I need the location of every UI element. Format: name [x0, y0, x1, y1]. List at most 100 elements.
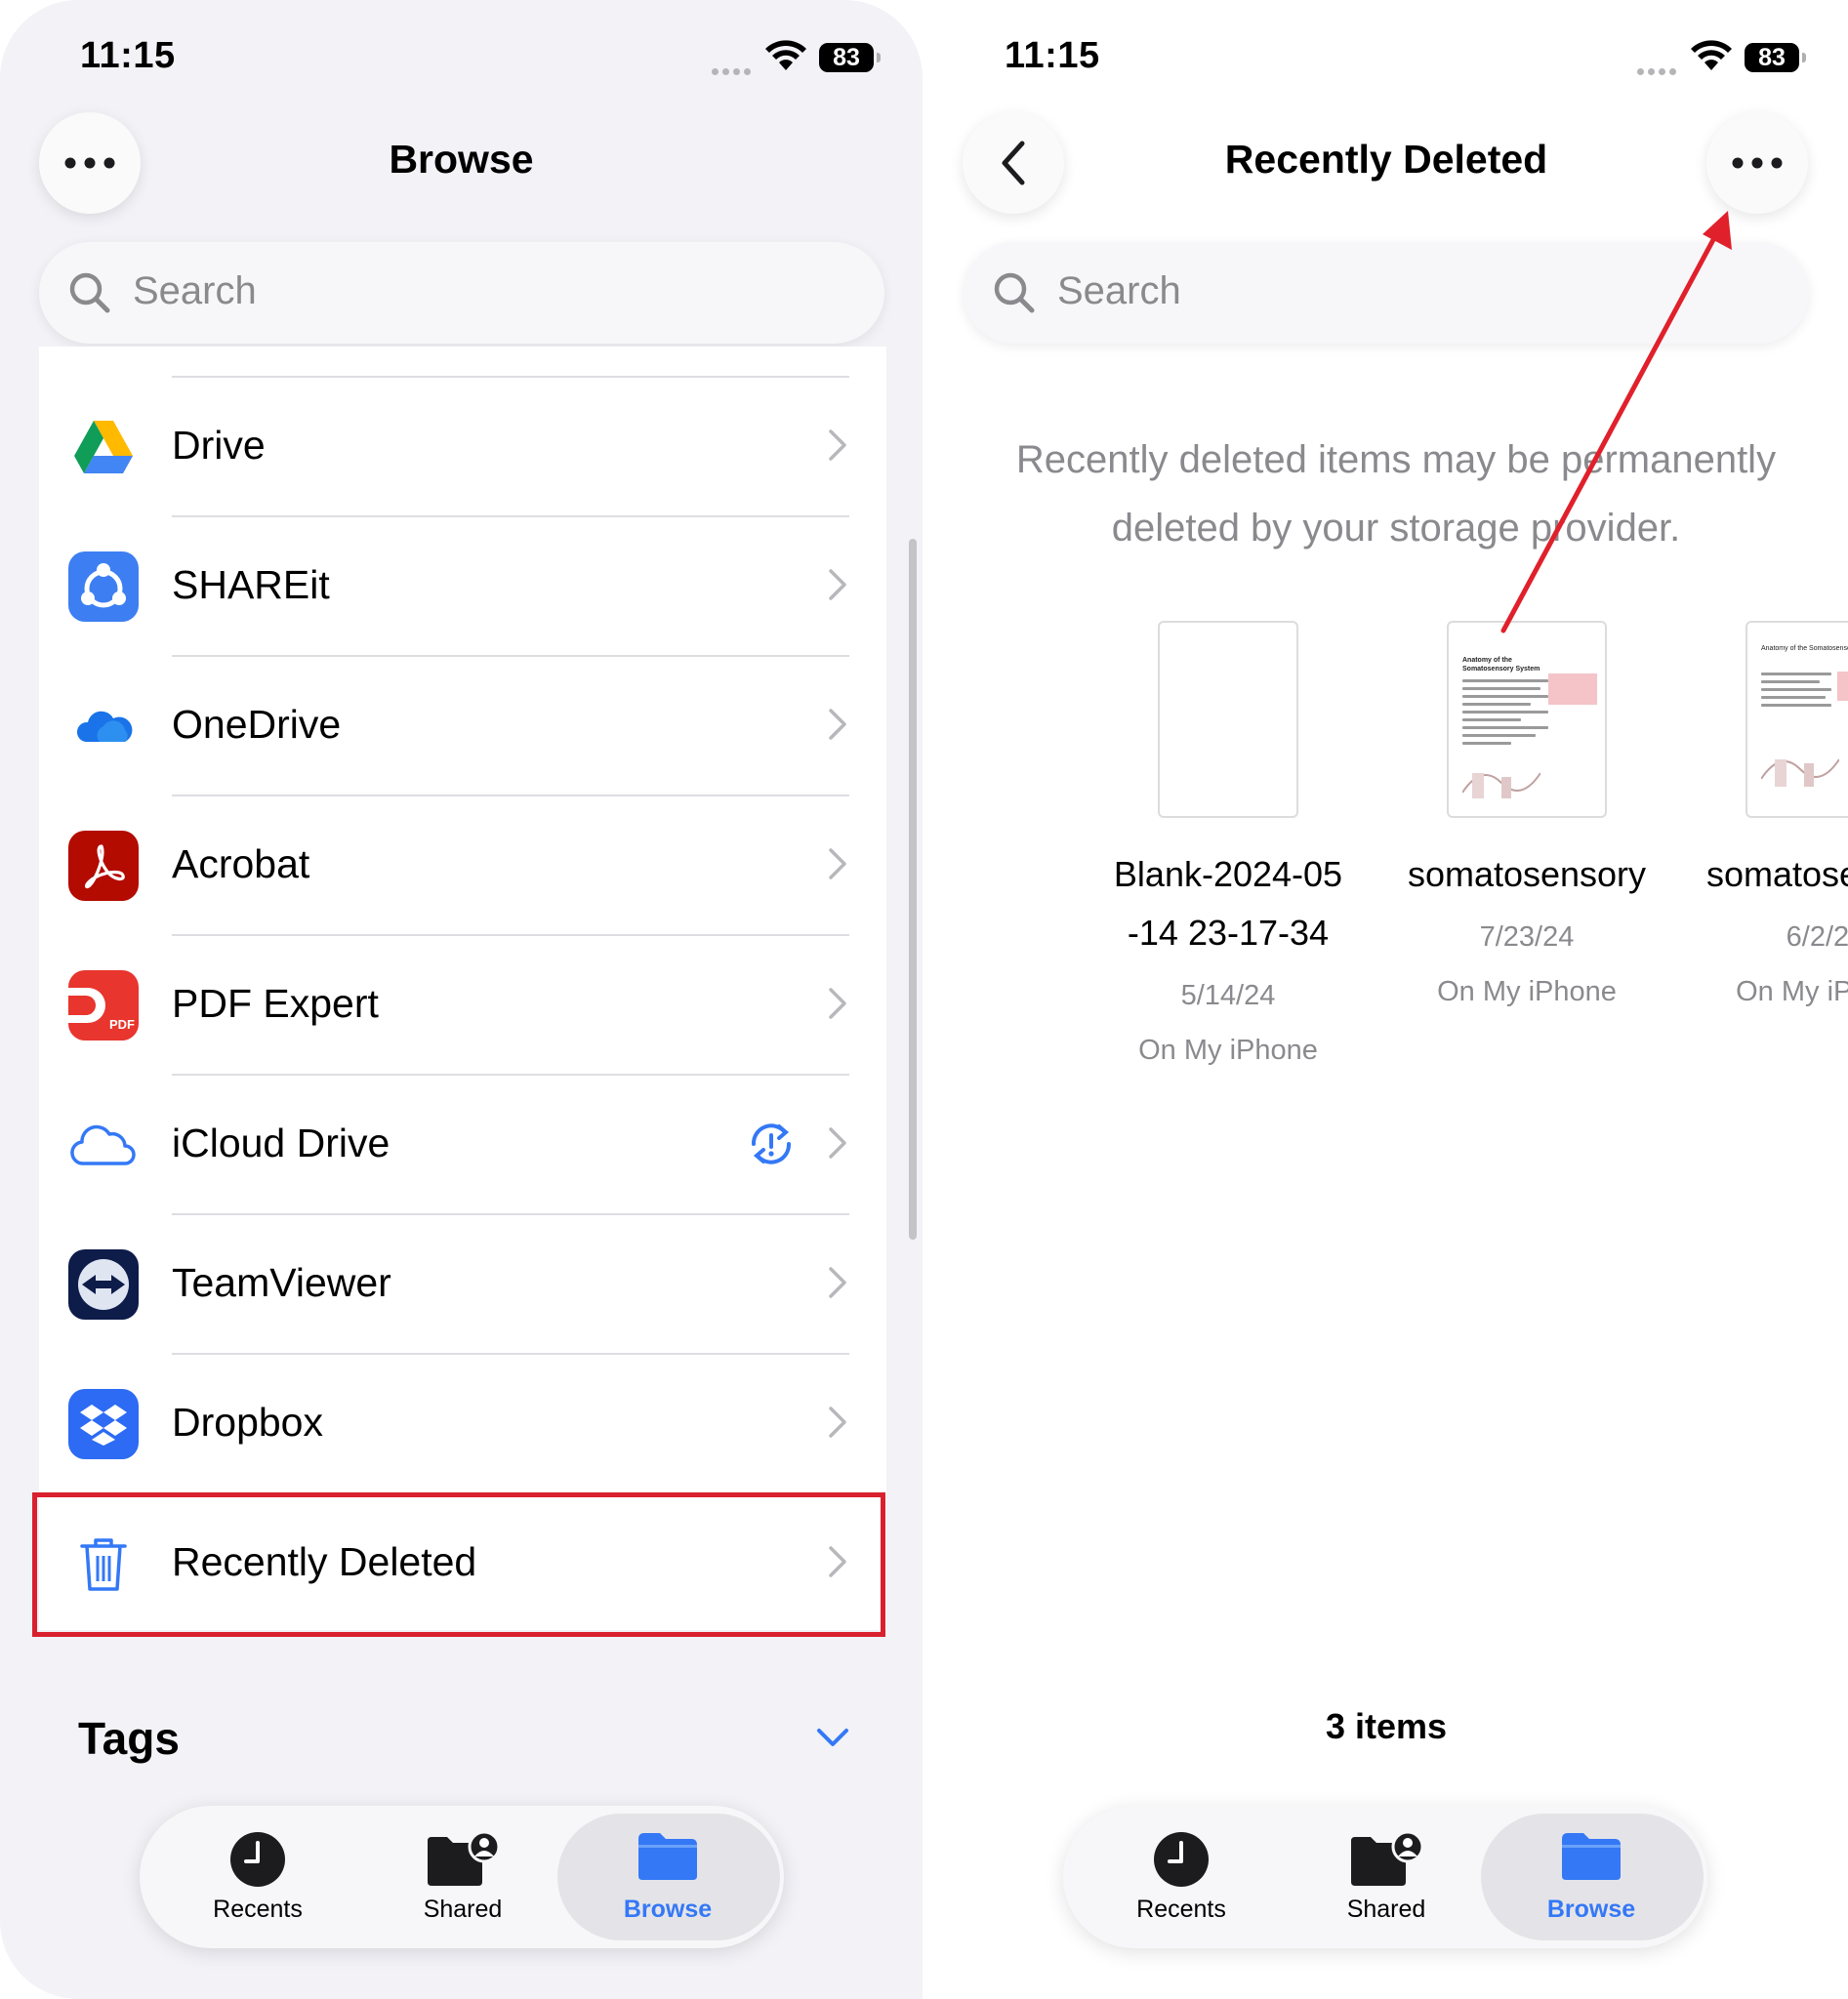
tab-label: Shared	[1346, 1896, 1426, 1923]
tab-label: Recents	[213, 1896, 303, 1923]
tab-recents[interactable]: Recents	[155, 1806, 360, 1948]
svg-text:PDF: PDF	[109, 1017, 135, 1032]
location-row-shareit[interactable]: SHAREit	[39, 517, 886, 657]
location-row-acrobat[interactable]: Acrobat	[39, 796, 886, 936]
status-time: 11:15	[80, 35, 176, 76]
location-label: Dropbox	[172, 1400, 323, 1445]
file-location: On My iPhone	[1138, 1035, 1318, 1066]
tab-shared[interactable]: Shared	[1284, 1806, 1489, 1948]
clock-icon	[1154, 1832, 1209, 1887]
dropbox-icon	[68, 1389, 139, 1459]
file-name: somatosensory	[1407, 854, 1647, 894]
search-field[interactable]: Search	[39, 242, 884, 344]
file-item[interactable]: Blank-2024-05 -14 23-17-34 5/14/24 On My…	[1087, 621, 1370, 1078]
battery-icon: 83	[1745, 43, 1806, 72]
tab-recents[interactable]: Recents	[1079, 1806, 1284, 1948]
more-button[interactable]	[1706, 112, 1808, 214]
thumbnail-diagram	[1462, 772, 1540, 798]
tab-bar: Recents Shared Browse	[1063, 1806, 1707, 1948]
sync-warning-icon	[751, 1123, 792, 1164]
tab-label: Browse	[1546, 1896, 1636, 1923]
location-label: SHAREit	[172, 562, 330, 607]
thumbnail-highlight	[1837, 672, 1848, 701]
file-item[interactable]: Anatomy of the Somatosensory System soma…	[1684, 621, 1848, 1019]
file-thumbnail-blank	[1158, 621, 1298, 818]
file-name-line: -14 23-17-34	[1127, 913, 1330, 953]
location-label: iCloud Drive	[172, 1121, 390, 1165]
chevron-right-icon	[829, 429, 846, 461]
teamviewer-icon	[68, 1249, 139, 1320]
location-row-drive[interactable]: Drive	[39, 378, 886, 517]
tab-browse[interactable]: Browse	[557, 1806, 780, 1948]
location-row-icloud-drive[interactable]: iCloud Drive	[39, 1076, 886, 1215]
chevron-right-icon	[829, 848, 846, 879]
tab-label: Recents	[1136, 1896, 1226, 1923]
tab-shared[interactable]: Shared	[360, 1806, 565, 1948]
location-row-dropbox[interactable]: Dropbox	[39, 1355, 886, 1494]
location-label: Acrobat	[172, 841, 310, 886]
tab-label: Shared	[423, 1896, 503, 1923]
chevron-down-icon[interactable]	[816, 1728, 849, 1747]
tab-bar: Recents Shared Browse	[140, 1806, 784, 1948]
highlight-box-recently-deleted	[32, 1492, 885, 1637]
browse-screen: 11:15 83 Browse Search Drive SHAREit One…	[0, 0, 923, 1999]
shareit-icon	[68, 551, 139, 622]
shared-folder-icon	[428, 1831, 500, 1886]
recently-deleted-screen: 11:15 83 Recently Deleted Search Recentl…	[924, 0, 1848, 1999]
thumbnail-highlight	[1548, 673, 1597, 705]
item-count: 3 items	[1325, 1706, 1448, 1746]
acrobat-icon	[68, 831, 139, 901]
onedrive-icon	[68, 691, 139, 761]
scroll-indicator	[909, 539, 917, 1240]
search-icon	[69, 272, 110, 313]
tab-browse[interactable]: Browse	[1481, 1806, 1704, 1948]
search-icon	[994, 272, 1035, 313]
deletion-notice: Recently deleted items may be permanentl…	[1015, 438, 1777, 550]
chevron-right-icon	[829, 988, 846, 1019]
clock-icon	[230, 1832, 285, 1887]
ellipsis-icon	[1732, 157, 1783, 169]
wifi-icon	[765, 40, 806, 70]
thumbnail-text-lines	[1761, 673, 1831, 707]
location-label: Drive	[172, 423, 266, 468]
file-date: 5/14/24	[1180, 980, 1276, 1011]
page-title: Browse	[389, 137, 534, 182]
file-item[interactable]: Anatomy of the Somatosensory System soma…	[1385, 621, 1668, 1019]
locations-list: Drive SHAREit OneDrive Acrobat PDF PDF E…	[39, 347, 886, 1630]
thumbnail-diagram	[1761, 758, 1839, 787]
folder-icon	[1562, 1833, 1621, 1880]
file-name: somatosensory	[1705, 854, 1848, 894]
status-bar: 11:15 83	[924, 0, 1848, 117]
chevron-right-icon	[829, 1267, 846, 1298]
file-thumbnail-document: Anatomy of the Somatosensory System	[1745, 621, 1848, 818]
chevron-right-icon	[829, 1407, 846, 1438]
chevron-right-icon	[829, 569, 846, 600]
location-label: OneDrive	[172, 702, 342, 747]
file-name: Blank-2024-05 -14 23-17-34	[1087, 845, 1370, 962]
wifi-icon	[1691, 40, 1732, 70]
location-row-teamviewer[interactable]: TeamViewer	[39, 1215, 886, 1355]
thumbnail-title: Anatomy of the Somatosensory System	[1462, 657, 1540, 673]
file-date: 6/2/24	[1786, 921, 1848, 953]
cellular-signal-icon	[712, 62, 755, 75]
chevron-right-icon	[829, 1127, 846, 1159]
status-bar: 11:15 83	[0, 0, 923, 117]
tags-section-header[interactable]: Tags	[78, 1712, 180, 1765]
status-time: 11:15	[1005, 35, 1100, 76]
search-placeholder: Search	[133, 269, 257, 312]
location-row-pdf-expert[interactable]: PDF PDF Expert	[39, 936, 886, 1076]
google-drive-icon	[68, 412, 139, 482]
location-label: TeamViewer	[172, 1260, 391, 1305]
search-placeholder: Search	[1057, 269, 1181, 312]
chevron-right-icon	[829, 709, 846, 740]
cellular-signal-icon	[1637, 62, 1680, 75]
location-label: PDF Expert	[172, 981, 379, 1026]
file-thumbnail-document: Anatomy of the Somatosensory System	[1447, 621, 1607, 818]
shared-folder-icon	[1351, 1831, 1423, 1886]
file-location: On My iPhone	[1437, 976, 1617, 1007]
search-field[interactable]: Search	[964, 242, 1809, 344]
thumbnail-title: Anatomy of the Somatosensory System	[1761, 645, 1848, 652]
tab-label: Browse	[623, 1896, 713, 1923]
battery-icon: 83	[819, 43, 881, 72]
location-row-onedrive[interactable]: OneDrive	[39, 657, 886, 796]
